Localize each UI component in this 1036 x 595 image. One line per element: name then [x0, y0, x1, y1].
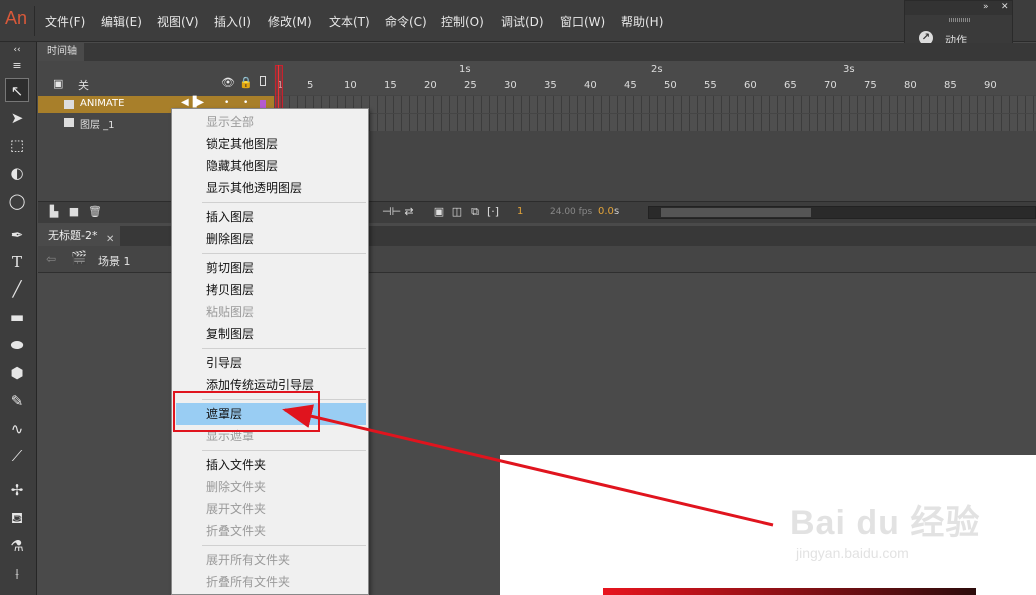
watermark-sub: jingyan.baidu.com — [796, 545, 909, 561]
watermark-main: Bai du 经验 — [790, 504, 981, 542]
watermark: Bai du 经验 jingyan.baidu.com — [790, 495, 1010, 570]
